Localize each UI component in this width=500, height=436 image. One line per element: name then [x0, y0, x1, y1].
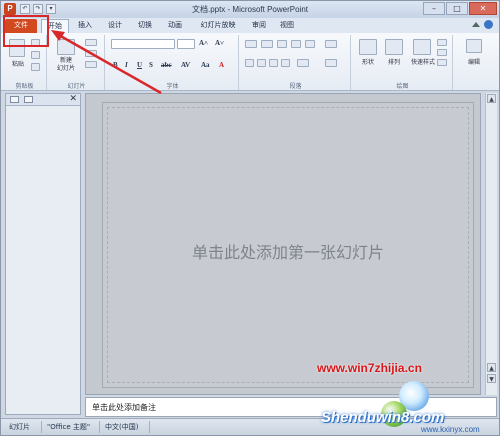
section-icon[interactable] [85, 61, 97, 68]
font-color-icon[interactable]: A [219, 61, 224, 69]
status-theme: "Office 主题" [47, 423, 91, 431]
paste-label: 粘贴 [11, 61, 24, 68]
shapes-icon[interactable] [359, 39, 377, 55]
find-icon[interactable] [466, 39, 482, 53]
slides-pane-tabs: ✕ [6, 94, 80, 106]
slides-pane[interactable]: ✕ [5, 93, 81, 415]
grow-font-icon[interactable]: A˄ [199, 39, 208, 47]
slide-canvas[interactable]: 单击此处添加第一张幻灯片 [102, 102, 474, 388]
font-size-field[interactable] [177, 39, 195, 49]
group-drawing-label: 绘图 [396, 83, 409, 90]
outline-tab-icon[interactable] [24, 96, 33, 103]
decrease-indent-icon[interactable] [277, 40, 287, 48]
shapes-label: 形状 [361, 59, 374, 66]
italic-button[interactable]: I [125, 61, 128, 69]
numbering-icon[interactable] [261, 40, 273, 48]
editing-label[interactable]: 编辑 [461, 57, 487, 66]
text-direction-icon[interactable] [325, 40, 337, 48]
close-pane-icon[interactable]: ✕ [69, 94, 77, 104]
align-left-icon[interactable] [245, 59, 254, 67]
underline-button[interactable]: U [137, 61, 142, 69]
watermark-site1: www.win7zhijia.cn [317, 361, 422, 375]
smartart-icon[interactable] [325, 59, 337, 67]
increase-indent-icon[interactable] [291, 40, 301, 48]
font-name-field[interactable] [111, 39, 175, 49]
group-font-label: 字体 [166, 83, 179, 90]
status-divider [99, 421, 100, 433]
bold-button[interactable]: B [113, 61, 118, 69]
align-right-icon[interactable] [269, 59, 278, 67]
status-language[interactable]: 中文(中国) [105, 422, 138, 432]
next-slide-icon[interactable]: ▼ [487, 374, 496, 383]
ribbon-tabs: 文件 开始 插入 设计 切换 动画 幻灯片放映 审阅 视图 [1, 18, 499, 33]
tab-transitions[interactable]: 切换 [135, 19, 155, 33]
notes-placeholder[interactable]: 单击此处添加备注 [92, 402, 156, 413]
vertical-scrollbar[interactable]: ▲ ▲ ▼ [485, 93, 497, 395]
tab-view[interactable]: 视图 [277, 19, 297, 33]
quick-styles-label: 快速样式 [410, 59, 435, 66]
shape-outline-icon[interactable] [437, 49, 447, 56]
close-button[interactable]: ✕ [469, 2, 497, 15]
minimize-ribbon-icon[interactable] [472, 22, 480, 27]
minimize-button[interactable]: – [423, 2, 445, 15]
tab-insert[interactable]: 插入 [75, 19, 95, 33]
tab-design[interactable]: 设计 [105, 19, 125, 33]
highlight-box [3, 15, 49, 47]
tab-slideshow[interactable]: 幻灯片放映 [195, 19, 241, 33]
title-bar: P ↶ ↷ ▾ 文档.pptx - Microsoft PowerPoint –… [1, 1, 499, 18]
shape-effects-icon[interactable] [437, 59, 447, 66]
window-controls: – □ ✕ [423, 2, 497, 15]
new-slide-icon[interactable] [57, 39, 75, 55]
format-painter-icon[interactable] [31, 63, 40, 71]
help-icon[interactable] [484, 20, 493, 29]
slide-editing-area: 单击此处添加第一张幻灯片 [85, 93, 481, 395]
prev-slide-icon[interactable]: ▲ [487, 363, 496, 372]
new-slide-label[interactable]: 新建 幻灯片 [51, 57, 81, 73]
tab-review[interactable]: 审阅 [249, 19, 269, 33]
ribbon: 粘贴 剪贴板 新建 幻灯片 幻灯片 A˄ A˅ B I U S abc AV A… [1, 33, 499, 91]
slides-tab-icon[interactable] [10, 96, 19, 103]
tab-animations[interactable]: 动画 [165, 19, 185, 33]
scroll-up-icon[interactable]: ▲ [487, 94, 496, 103]
shape-fill-icon[interactable] [437, 39, 447, 46]
reset-icon[interactable] [85, 50, 97, 57]
maximize-button[interactable]: □ [446, 2, 468, 15]
group-clipboard-label: 剪贴板 [15, 83, 34, 90]
group-paragraph-label: 段落 [289, 83, 302, 90]
group-slides-label: 幻灯片 [67, 83, 86, 90]
group-editing: 编辑 [455, 35, 495, 90]
justify-icon[interactable] [281, 59, 290, 67]
watermark-site3: www.kxinyx.com [421, 425, 480, 434]
group-font: A˄ A˅ B I U S abc AV Aa A 字体 [107, 35, 239, 90]
status-divider [149, 421, 150, 433]
shadow-button[interactable]: S [149, 61, 153, 69]
status-slide: 幻灯片 [9, 423, 30, 431]
watermark-site2: Shenduwin8.com [321, 409, 445, 426]
shrink-font-icon[interactable]: A˅ [215, 39, 224, 47]
ribbon-right-controls [472, 20, 493, 29]
group-paragraph: 段落 [241, 35, 351, 90]
powerpoint-window: P ↶ ↷ ▾ 文档.pptx - Microsoft PowerPoint –… [0, 0, 500, 436]
change-case-icon[interactable]: Aa [201, 61, 210, 69]
group-slides: 新建 幻灯片 幻灯片 [49, 35, 105, 90]
arrange-icon[interactable] [385, 39, 403, 55]
layout-icon[interactable] [85, 39, 97, 46]
group-drawing: 形状 排列 快速样式 绘图 [353, 35, 453, 90]
arrange-label: 排列 [387, 59, 400, 66]
char-spacing-icon[interactable]: AV [181, 61, 190, 69]
align-center-icon[interactable] [257, 59, 266, 67]
quick-styles-icon[interactable] [413, 39, 431, 55]
strikethrough-button[interactable]: abc [161, 61, 172, 69]
line-spacing-icon[interactable] [305, 40, 315, 48]
slide-title-placeholder[interactable]: 单击此处添加第一张幻灯片 [103, 239, 473, 263]
status-divider [41, 421, 42, 433]
bullets-icon[interactable] [245, 40, 257, 48]
columns-icon[interactable] [297, 59, 309, 67]
copy-icon[interactable] [31, 51, 40, 59]
